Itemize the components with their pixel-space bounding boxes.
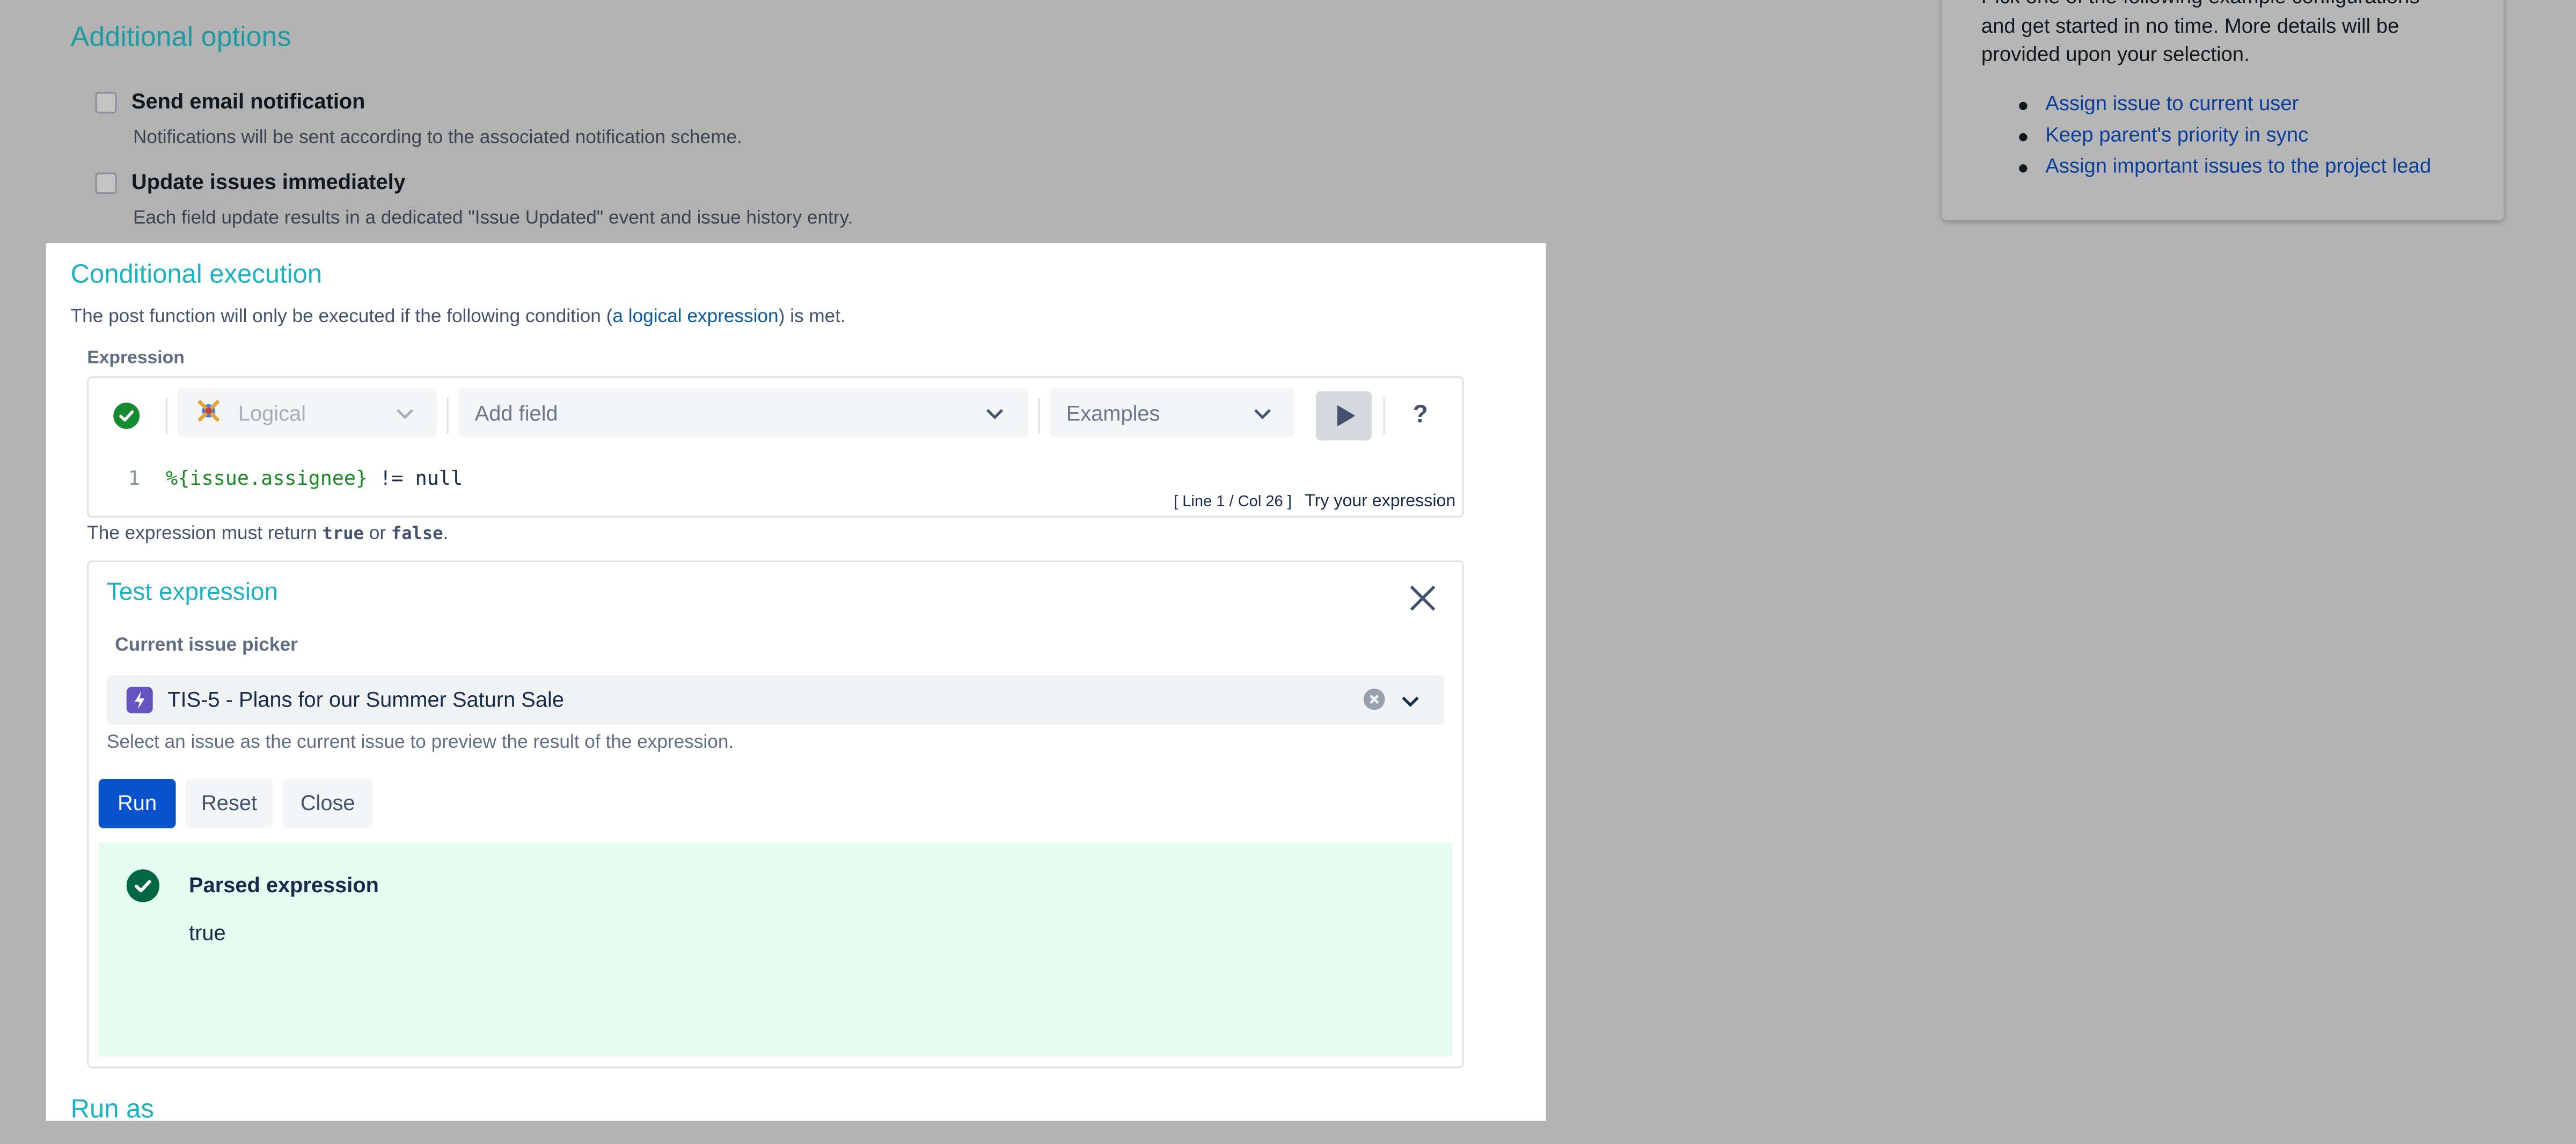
examples-intro: Pick one of the following example config… [1981, 0, 2474, 70]
update-issues-checkbox[interactable] [95, 172, 117, 194]
example-link-keep-priority[interactable]: Keep parent's priority in sync [2011, 123, 2431, 155]
run-expression-button[interactable] [1316, 391, 1372, 441]
code-operator-token: != null [368, 467, 463, 490]
logical-expression-link[interactable]: a logical expression [612, 307, 778, 327]
add-field-select[interactable]: Add field [458, 388, 1029, 438]
examples-list: Assign issue to current user Keep parent… [2011, 92, 2431, 185]
result-title: Parsed expression [189, 872, 379, 898]
reset-button[interactable]: Reset [185, 779, 273, 828]
toolbar-divider [1038, 397, 1040, 434]
examples-panel: Pick one of the following example config… [1942, 0, 2504, 221]
success-check-icon [126, 869, 159, 902]
editor-status: [ Line 1 / Col 26 ] Try your expression [1174, 491, 1455, 511]
examples-placeholder: Examples [1066, 400, 1160, 426]
return-hint: The expression must return true or false… [87, 524, 448, 544]
chevron-down-icon [1252, 403, 1274, 432]
expression-label: Expression [87, 348, 185, 368]
hint-text: . [443, 524, 449, 544]
example-link-assign-project-lead[interactable]: Assign important issues to the project l… [2011, 155, 2431, 186]
hint-text: or [363, 524, 391, 544]
test-expression-panel: Test expression Current issue picker TIS… [87, 560, 1464, 1068]
expression-type-select[interactable]: Logical [177, 388, 437, 438]
chevron-down-icon [984, 403, 1006, 432]
play-icon [1337, 405, 1356, 427]
run-button[interactable]: Run [98, 779, 176, 828]
add-field-placeholder: Add field [474, 400, 558, 426]
intro-line: provided upon your selection. [1981, 42, 2250, 66]
success-check-icon [113, 402, 140, 429]
description-text: The post function will only be executed … [70, 307, 613, 327]
conditional-execution-dialog: Conditional execution The post function … [46, 243, 1546, 1121]
send-email-label: Send email notification [131, 89, 365, 114]
true-literal: true [322, 524, 364, 544]
hint-text: The expression must return [87, 524, 323, 544]
intro-line: Pick one of the following example config… [1981, 0, 2474, 12]
test-expression-title: Test expression [106, 578, 279, 607]
issue-type-icon [126, 687, 153, 713]
expression-editor[interactable]: Logical Add field Examples ? 1 %{issue.a… [87, 376, 1464, 518]
issue-picker-label: Current issue picker [115, 636, 298, 656]
code-field-token: %{issue.assignee} [166, 467, 368, 490]
issue-picker[interactable]: TIS-5 - Plans for our Summer Saturn Sale [106, 675, 1444, 725]
toolbar-divider [447, 397, 449, 434]
intro-line: and get started in no time. More details… [1981, 14, 2399, 37]
dialog-description: The post function will only be executed … [71, 307, 846, 327]
cursor-position: [ Line 1 / Col 26 ] [1174, 493, 1292, 512]
code-line[interactable]: %{issue.assignee} != null [166, 467, 463, 490]
type-select-value: Logical [238, 400, 306, 426]
issue-picker-help: Select an issue as the current issue to … [106, 733, 734, 753]
try-expression-link[interactable]: Try your expression [1305, 491, 1455, 511]
help-icon[interactable]: ? [1413, 401, 1428, 429]
description-text: ) is met. [778, 307, 846, 327]
toolbar-divider [166, 397, 168, 434]
example-link-assign-current-user[interactable]: Assign issue to current user [2011, 92, 2431, 123]
dialog-heading: Conditional execution [70, 261, 322, 289]
false-literal: false [391, 524, 443, 544]
selected-issue: TIS-5 - Plans for our Summer Saturn Sale [167, 687, 564, 712]
line-number: 1 [128, 467, 140, 490]
close-button[interactable]: Close [282, 779, 373, 828]
toolbar-divider [1383, 397, 1385, 434]
examples-select[interactable]: Examples [1050, 388, 1295, 438]
send-email-checkbox[interactable] [95, 92, 117, 114]
logical-type-icon [195, 398, 222, 424]
send-email-description: Notifications will be sent according to … [133, 128, 742, 148]
parsed-expression-result: Parsed expression true [98, 843, 1453, 1057]
result-value: true [189, 920, 226, 945]
chevron-down-icon[interactable] [1400, 690, 1421, 720]
run-as-heading: Run as [70, 1096, 154, 1121]
update-issues-label: Update issues immediately [131, 169, 406, 194]
additional-options-heading: Additional options [70, 21, 291, 53]
close-icon[interactable] [1408, 584, 1437, 613]
clear-icon[interactable] [1363, 688, 1385, 710]
chevron-down-icon [394, 403, 416, 432]
update-issues-description: Each field update results in a dedicated… [133, 208, 853, 229]
